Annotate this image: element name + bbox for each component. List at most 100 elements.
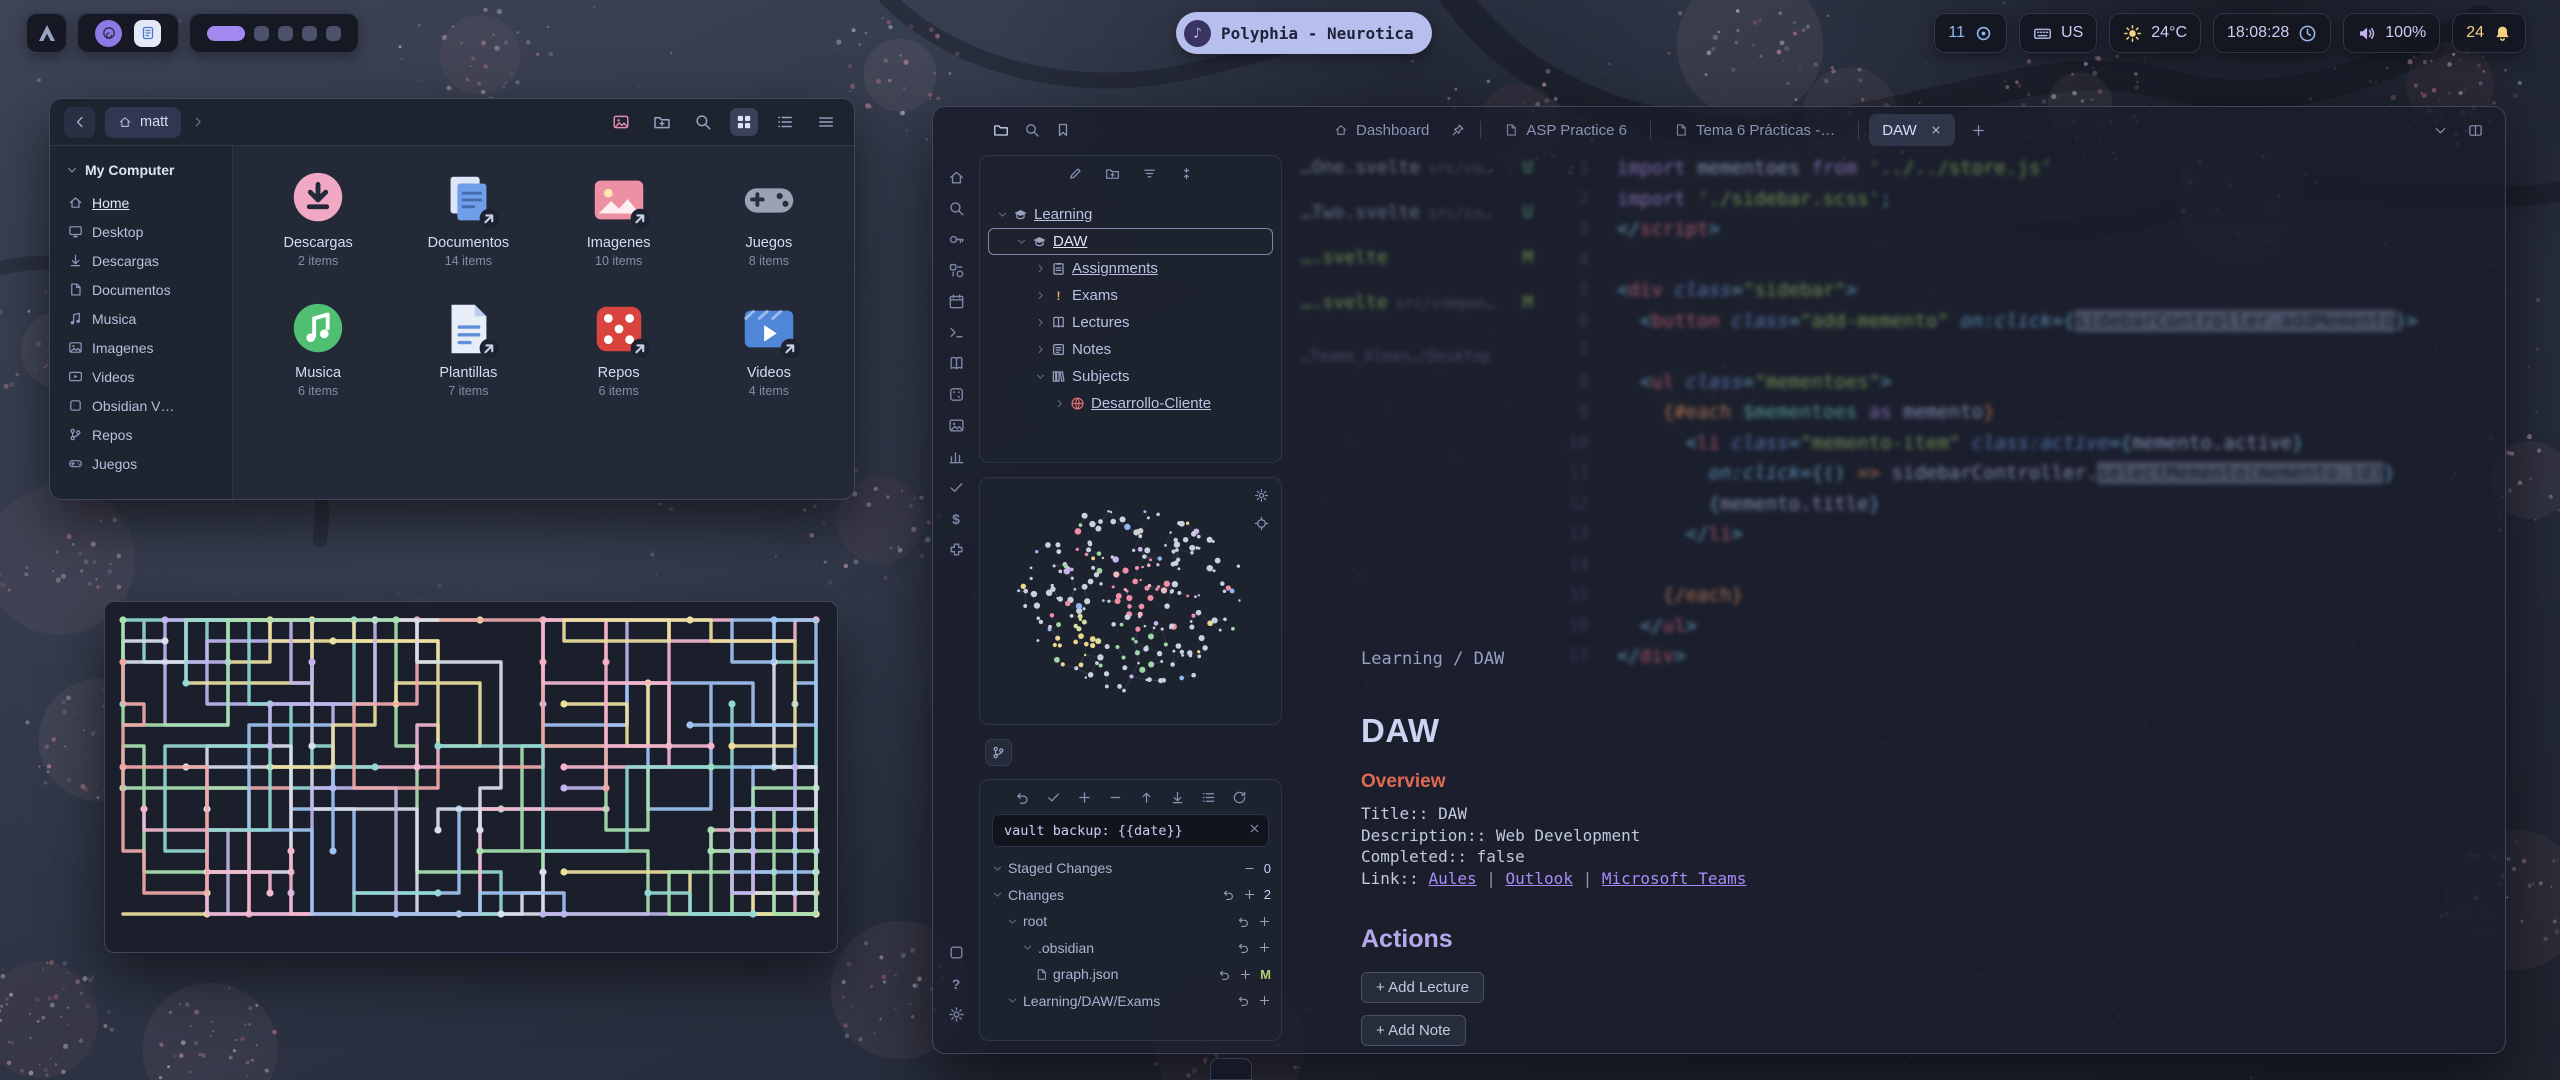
workspace-1[interactable] xyxy=(207,26,245,41)
ribbon-chart-button[interactable] xyxy=(948,448,965,465)
git-row-learning-daw-exams[interactable]: Learning/DAW/Exams xyxy=(980,988,1281,1015)
folder-repos[interactable]: Repos6 items xyxy=(544,298,694,398)
git-undo-action[interactable] xyxy=(1222,888,1235,901)
git-plus-action[interactable] xyxy=(1239,968,1252,981)
dock-icon-note[interactable] xyxy=(134,20,161,47)
tree-item-daw[interactable]: DAW xyxy=(980,228,1281,255)
git-row-obsidian[interactable]: .obsidian xyxy=(980,935,1281,962)
grid-view-button[interactable] xyxy=(730,108,758,136)
ribbon-puzzle-button[interactable] xyxy=(948,541,965,558)
close-tab-icon[interactable] xyxy=(1930,124,1942,136)
folder-videos[interactable]: Videos4 items xyxy=(694,298,844,398)
workspace-4[interactable] xyxy=(302,26,317,41)
search-button[interactable] xyxy=(689,108,717,136)
tree-item-subjects[interactable]: Subjects xyxy=(980,363,1281,390)
git-action-refresh[interactable] xyxy=(1232,790,1247,805)
module-volume[interactable]: 100% xyxy=(2343,13,2440,53)
new-folder-button[interactable] xyxy=(648,108,676,136)
sidebar-item-repos[interactable]: Repos xyxy=(60,420,222,449)
explorer-action-folderplus[interactable] xyxy=(1105,166,1120,181)
git-plus-action[interactable] xyxy=(1258,941,1271,954)
panel-tab-bookmark[interactable] xyxy=(1055,122,1071,138)
folder-plantillas[interactable]: Plantillas7 items xyxy=(393,298,543,398)
media-widget[interactable]: ♪ Polyphia - Neurotica xyxy=(1176,12,1432,54)
ribbon-book-button[interactable] xyxy=(948,355,965,372)
ribbon-calendar-button[interactable] xyxy=(948,293,965,310)
git-undo-action[interactable] xyxy=(1218,968,1231,981)
tab-asp-practice-6[interactable]: ASP Practice 6 xyxy=(1491,114,1640,146)
ribbon-imageph-button[interactable] xyxy=(948,417,965,434)
git-undo-action[interactable] xyxy=(1237,941,1250,954)
ribbon-key-button[interactable] xyxy=(948,231,965,248)
sidebar-item-desktop[interactable]: Desktop xyxy=(60,217,222,246)
dock-icon-spiral[interactable] xyxy=(95,20,122,47)
git-undo-action[interactable] xyxy=(1237,994,1250,1007)
module-keyboard-layout[interactable]: US xyxy=(2019,13,2097,53)
menu-button[interactable] xyxy=(812,108,840,136)
ribbon-canvas-button[interactable] xyxy=(948,262,965,279)
module-updates[interactable]: 11 xyxy=(1934,13,2007,53)
module-notifications[interactable]: 24 xyxy=(2452,13,2526,53)
git-branch-badge[interactable] xyxy=(985,739,1012,766)
ribbon-box-button[interactable] xyxy=(948,944,965,961)
folder-musica[interactable]: Musica6 items xyxy=(243,298,393,398)
git-row-graph-json[interactable]: graph.jsonM xyxy=(980,961,1281,988)
folder-descargas[interactable]: Descargas2 items xyxy=(243,168,393,268)
tab-tema-6-pr-cticas[interactable]: Tema 6 Prácticas -… xyxy=(1661,114,1848,146)
workspace-3[interactable] xyxy=(278,26,293,41)
dock-handle[interactable] xyxy=(1210,1058,1252,1080)
sidebar-item-imagenes[interactable]: Imagenes xyxy=(60,333,222,362)
ribbon-check-button[interactable] xyxy=(948,479,965,496)
thumbnails-button[interactable] xyxy=(607,108,635,136)
sidebar-item-videos[interactable]: Videos xyxy=(60,362,222,391)
new-tab-button[interactable] xyxy=(1971,123,1986,138)
panel-tab-folder[interactable] xyxy=(993,122,1009,138)
ribbon-dollar-button[interactable]: $ xyxy=(948,510,965,527)
git-minus-action[interactable] xyxy=(1243,862,1256,875)
note-button-add-note[interactable]: + Add Note xyxy=(1361,1015,1466,1046)
launcher-button[interactable] xyxy=(26,13,67,53)
note-button-add-lecture[interactable]: + Add Lecture xyxy=(1361,972,1484,1003)
git-action-plus[interactable] xyxy=(1077,790,1092,805)
tree-item-desarrollo-cliente[interactable]: Desarrollo-Cliente xyxy=(980,390,1281,417)
explorer-action-sort[interactable] xyxy=(1142,166,1157,181)
git-action-list[interactable] xyxy=(1201,790,1216,805)
sidebar-item-obsidian-v[interactable]: Obsidian V… xyxy=(60,391,222,420)
graph-crosshair-button[interactable] xyxy=(1254,516,1269,531)
folder-documentos[interactable]: Documentos14 items xyxy=(393,168,543,268)
link-aules[interactable]: Aules xyxy=(1428,869,1476,888)
sidebar-item-musica[interactable]: Musica xyxy=(60,304,222,333)
tree-item-assignments[interactable]: Assignments xyxy=(980,255,1281,282)
git-action-check[interactable] xyxy=(1046,790,1061,805)
sidebar-item-home[interactable]: Home xyxy=(60,188,222,217)
git-row-root[interactable]: root xyxy=(980,908,1281,935)
git-action-down[interactable] xyxy=(1170,790,1185,805)
git-row-staged-changes[interactable]: Staged Changes0 xyxy=(980,855,1281,882)
ribbon-gear-button[interactable] xyxy=(948,1006,965,1023)
breadcrumb[interactable]: matt xyxy=(105,107,181,138)
folder-juegos[interactable]: Juegos8 items xyxy=(694,168,844,268)
git-row-changes[interactable]: Changes2 xyxy=(980,882,1281,909)
tree-item-learning[interactable]: Learning xyxy=(980,201,1281,228)
git-action-minus[interactable] xyxy=(1108,790,1123,805)
tree-item-notes[interactable]: Notes xyxy=(980,336,1281,363)
ribbon-terminal-button[interactable] xyxy=(948,324,965,341)
sidebar-item-documentos[interactable]: Documentos xyxy=(60,275,222,304)
commit-message-input[interactable] xyxy=(992,814,1269,847)
graph-gear-button[interactable] xyxy=(1254,488,1269,503)
git-plus-action[interactable] xyxy=(1258,915,1271,928)
ribbon-home-button[interactable] xyxy=(948,169,965,186)
tab-daw[interactable]: DAW xyxy=(1869,114,1954,146)
panel-tab-search[interactable] xyxy=(1024,122,1040,138)
folder-imagenes[interactable]: Imagenes10 items xyxy=(544,168,694,268)
sidebar-item-juegos[interactable]: Juegos xyxy=(60,449,222,478)
clear-icon[interactable] xyxy=(1248,822,1261,835)
workspace-5[interactable] xyxy=(326,26,341,41)
tree-item-exams[interactable]: !Exams xyxy=(980,282,1281,309)
git-action-undo[interactable] xyxy=(1015,790,1030,805)
ribbon-dice-button[interactable] xyxy=(948,386,965,403)
explorer-action-pencil[interactable] xyxy=(1068,166,1083,181)
back-button[interactable] xyxy=(64,107,95,138)
split-view-button[interactable] xyxy=(2468,123,2483,138)
tab-dashboard[interactable]: Dashboard xyxy=(1321,114,1442,146)
